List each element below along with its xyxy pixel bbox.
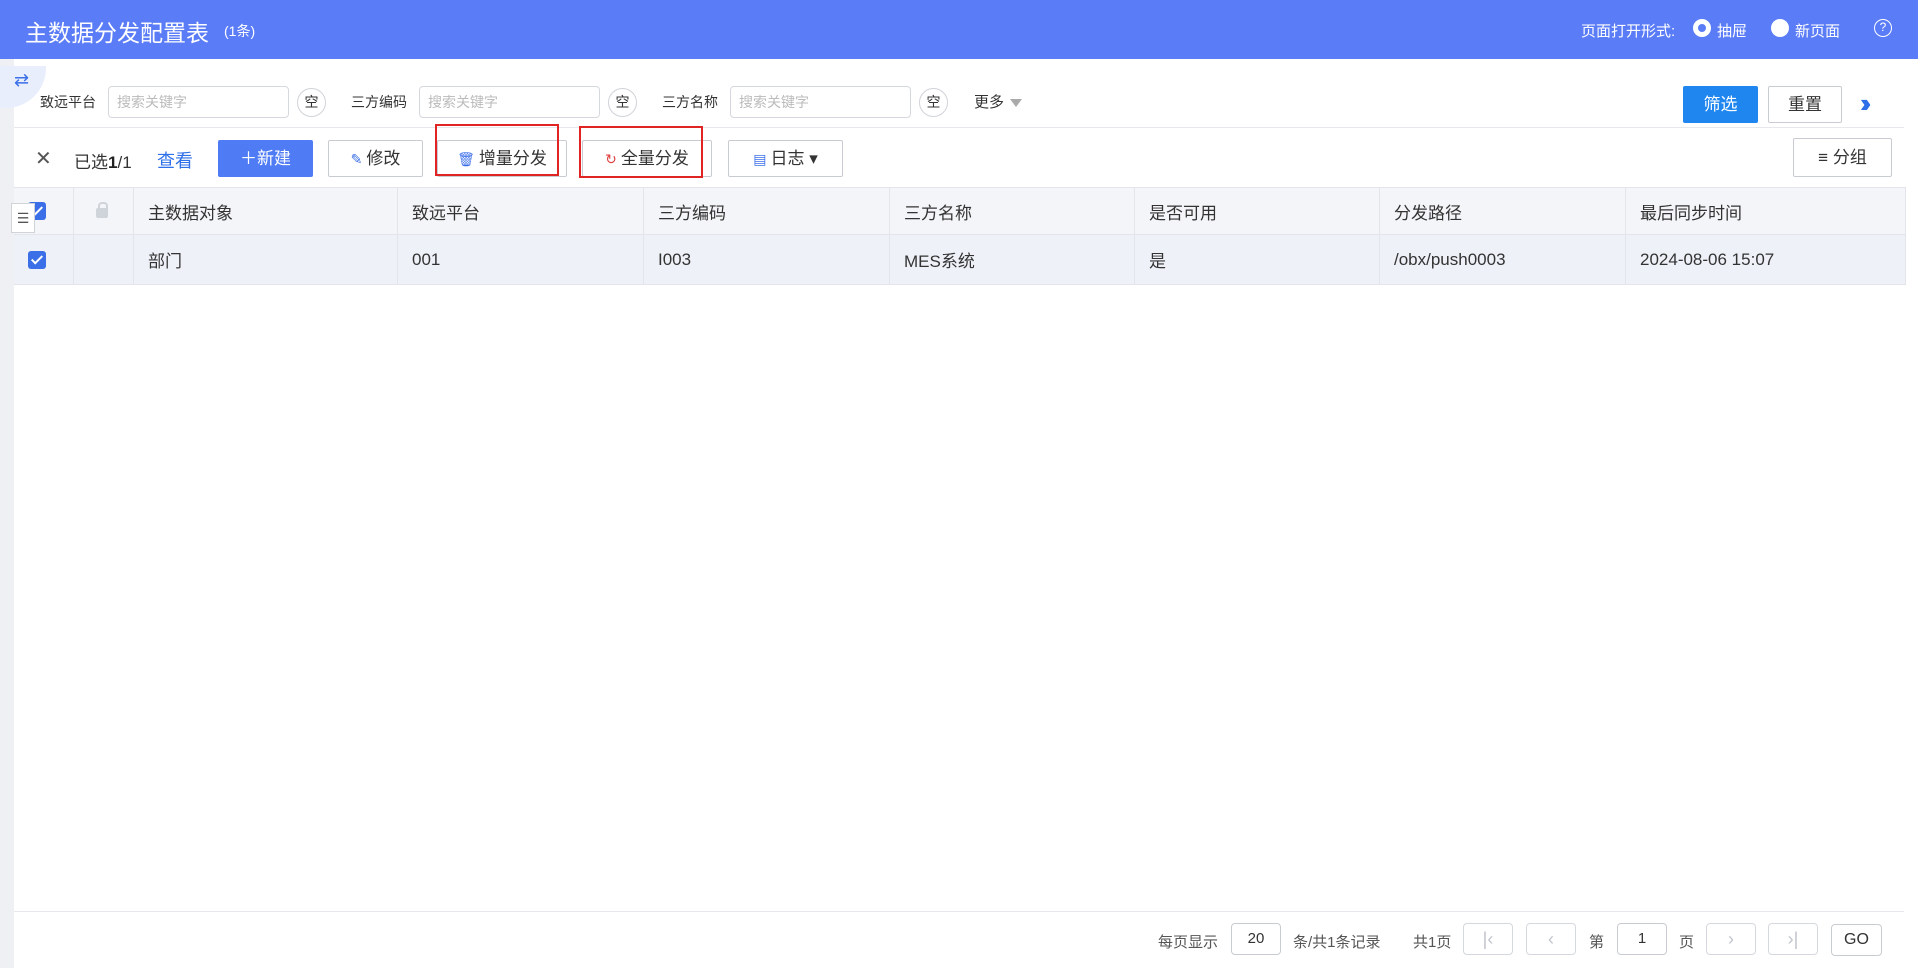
more-filters[interactable]: 更多 (974, 91, 1023, 112)
filter-empty-name[interactable]: 空 (919, 88, 948, 117)
log-button[interactable]: ▤ 日志 ▾ (728, 140, 843, 177)
more-label: 更多 (974, 94, 1005, 111)
group-label: 分组 (1832, 148, 1867, 167)
indent-icon[interactable]: ☰ (11, 203, 35, 233)
log-icon: ▤ (753, 151, 767, 167)
view-link[interactable]: 查看 (157, 147, 193, 173)
plus-icon: ＋ (240, 149, 257, 168)
menu-icon: ≡ (1818, 148, 1833, 167)
page-prefix: 第 (1589, 934, 1605, 951)
table-cell: 部门 (134, 235, 398, 284)
highlight-box-incremental (435, 124, 559, 176)
new-page-radio-label[interactable]: 新页面 (1795, 20, 1840, 41)
caret-down-icon (1010, 99, 1023, 108)
per-page-label: 每页显示 (1158, 934, 1219, 951)
column-header[interactable]: 致远平台 (398, 188, 644, 234)
edit-button[interactable]: ✎ 修改 (328, 140, 423, 177)
help-icon[interactable]: ? (1874, 19, 1892, 37)
page-title: 主数据分发配置表 (25, 20, 209, 46)
table-cell: MES系统 (890, 235, 1135, 284)
filter-empty-platform[interactable]: 空 (297, 88, 326, 117)
first-page-icon[interactable]: |‹ (1463, 923, 1513, 955)
drawer-radio[interactable] (1693, 19, 1711, 37)
left-strip (0, 59, 14, 968)
table-cell: 是 (1135, 235, 1380, 284)
new-button[interactable]: ＋新建 (218, 140, 313, 177)
reset-button[interactable]: 重置 (1768, 86, 1842, 123)
go-button[interactable]: GO (1831, 924, 1882, 956)
lock-icon (96, 202, 108, 218)
table-cell: /obx/push0003 (1380, 235, 1626, 284)
drawer-radio-label[interactable]: 抽屉 (1717, 20, 1747, 41)
footer-divider (14, 911, 1904, 912)
group-button[interactable]: ≡ 分组 (1793, 138, 1892, 177)
prev-page-icon[interactable]: ‹ (1526, 923, 1576, 955)
column-header[interactable]: 三方名称 (890, 188, 1135, 234)
selected-total: /1 (117, 153, 132, 172)
records-label: 条/共1条记录 (1293, 934, 1381, 951)
page-header: 主数据分发配置表 (1条) 页面打开形式: 抽屉 新页面 ? (0, 0, 1918, 59)
clear-selection-icon[interactable]: ✕ (35, 146, 52, 171)
edit-label: 修改 (366, 149, 401, 168)
page-input[interactable]: 1 (1617, 923, 1667, 955)
double-chevron-right-icon[interactable]: ›› (1860, 88, 1872, 119)
row-select-cell[interactable] (14, 235, 74, 284)
filter-input-platform[interactable]: 搜索关键字 (108, 86, 289, 118)
total-pages-label: 共1页 (1413, 934, 1452, 951)
filter-empty-code[interactable]: 空 (608, 88, 637, 117)
highlight-box-full (579, 126, 703, 178)
last-page-icon[interactable]: ›| (1768, 923, 1818, 955)
row-checkbox[interactable] (28, 250, 46, 269)
selected-prefix: 已选 (74, 153, 108, 172)
filter-label-name: 三方名称 (662, 94, 718, 110)
divider (14, 127, 1904, 128)
table-cell: I003 (644, 235, 890, 284)
column-header[interactable]: 最后同步时间 (1626, 188, 1906, 234)
pencil-icon: ✎ (350, 151, 363, 167)
filter-label-platform: 致远平台 (40, 94, 96, 110)
log-label: 日志 (770, 149, 805, 168)
filter-input-code[interactable]: 搜索关键字 (419, 86, 600, 118)
open-mode-label: 页面打开形式: (1581, 23, 1676, 40)
per-page-input[interactable]: 20 (1231, 923, 1281, 955)
table-cell: 2024-08-06 15:07 (1626, 235, 1906, 284)
new-label: 新建 (257, 149, 291, 168)
column-header[interactable]: 分发路径 (1380, 188, 1626, 234)
table-cell: 001 (398, 235, 644, 284)
table-header: 主数据对象 致远平台 三方编码 三方名称 是否可用 分发路径 最后同步时间 (14, 187, 1906, 235)
next-page-icon[interactable]: › (1706, 923, 1756, 955)
filter-label-code: 三方编码 (351, 94, 407, 110)
column-header[interactable]: 三方编码 (644, 188, 890, 234)
lock-cell (74, 188, 134, 234)
row-lock-cell (74, 235, 134, 284)
caret-down-icon: ▾ (804, 149, 818, 168)
record-count: (1条) (224, 23, 256, 39)
page-suffix: 页 (1679, 934, 1695, 951)
new-page-radio[interactable] (1771, 19, 1789, 37)
column-header[interactable]: 主数据对象 (134, 188, 398, 234)
selected-count: 已选1/1 (74, 148, 132, 173)
column-header[interactable]: 是否可用 (1135, 188, 1380, 234)
table-row[interactable]: 部门 001 I003 MES系统 是 /obx/push0003 2024-0… (14, 235, 1906, 285)
filter-input-name[interactable]: 搜索关键字 (730, 86, 911, 118)
filter-button[interactable]: 筛选 (1683, 86, 1758, 123)
